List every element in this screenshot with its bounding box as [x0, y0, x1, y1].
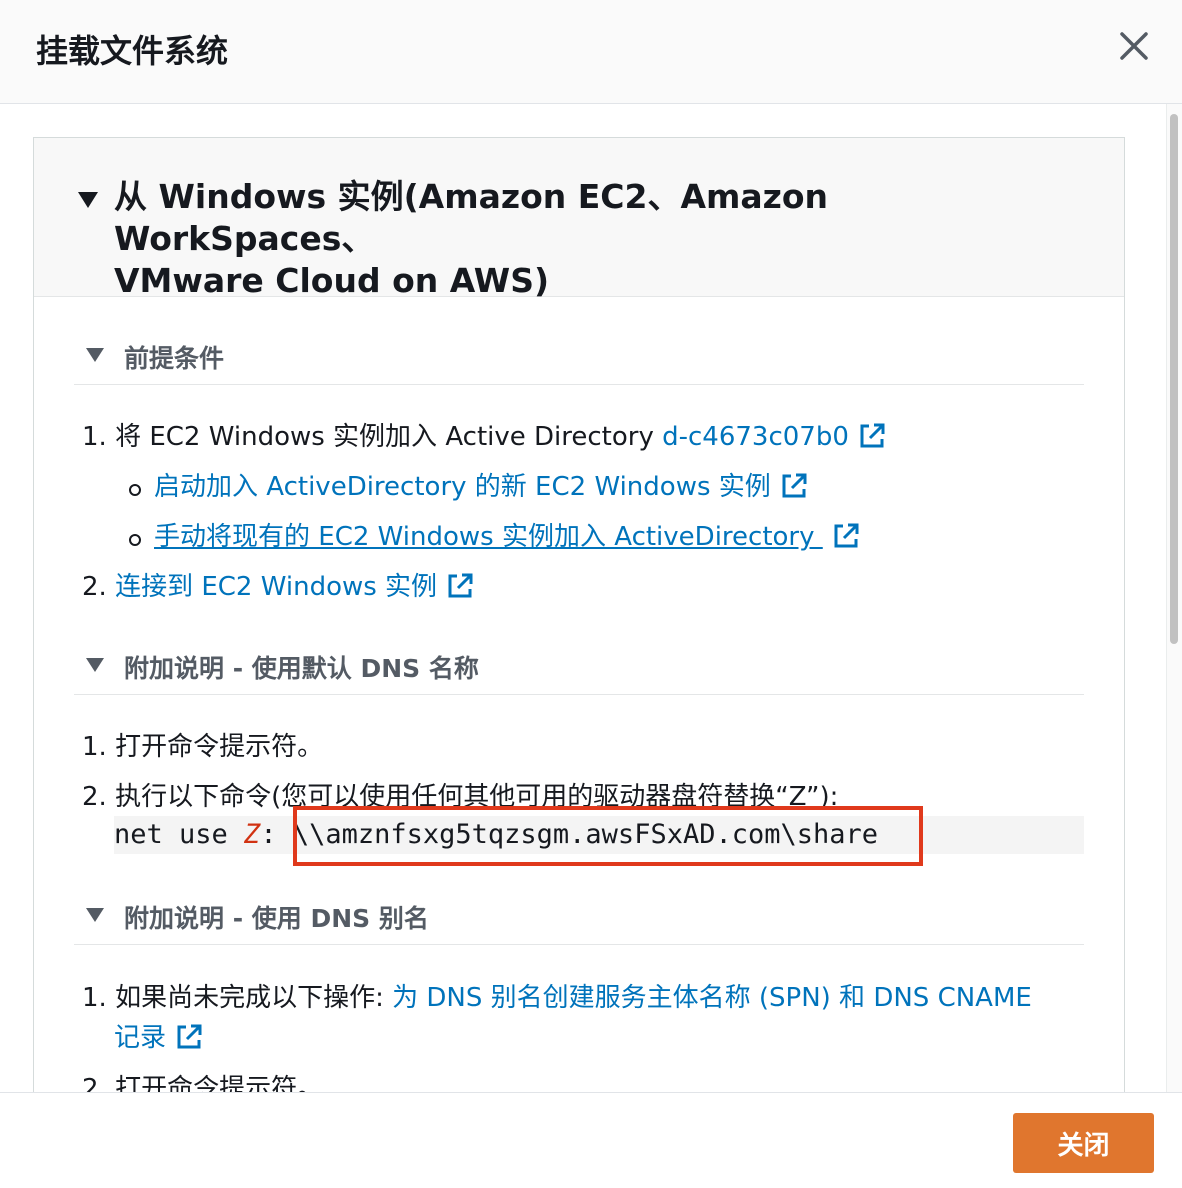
prereq-substep-2: 手动将现有的 EC2 Windows 实例加入 ActiveDirectory — [154, 520, 861, 554]
create-spn-cname-link-cont[interactable]: 记录 — [114, 1023, 166, 1053]
bullet — [129, 484, 141, 496]
external-link-icon[interactable] — [857, 421, 887, 451]
step-number: 2. — [82, 572, 107, 602]
bullet — [129, 534, 141, 546]
section-title: 附加说明 - 使用默认 DNS 名称 — [124, 654, 479, 683]
scrollbar-thumb[interactable] — [1170, 114, 1178, 644]
drive-letter: Z — [244, 819, 261, 850]
section-title: 附加说明 - 使用 DNS 别名 — [124, 904, 429, 933]
create-spn-cname-link[interactable]: 为 DNS 别名创建服务主体名称 (SPN) 和 DNS CNAME — [392, 983, 1032, 1013]
step-text: 将 EC2 Windows 实例加入 Active Directory — [115, 422, 663, 452]
caret-down-icon — [86, 908, 104, 922]
section-header-dns-alias[interactable]: 附加说明 - 使用 DNS 别名 — [74, 894, 1084, 945]
step-number: 2. — [82, 1074, 107, 1092]
caret-down-icon — [78, 192, 98, 208]
command-colon: : — [260, 819, 293, 850]
step-number: 1. — [82, 422, 107, 452]
section-title: 前提条件 — [124, 344, 225, 373]
alias-step-1-cont: 记录 — [114, 1021, 204, 1055]
external-link-icon[interactable] — [831, 521, 861, 551]
dns-step-1: 1. 打开命令提示符。 — [82, 730, 323, 764]
command-prefix: net use — [114, 819, 245, 850]
step-text: 如果尚未完成以下操作: — [115, 983, 393, 1013]
step-number: 2. — [82, 782, 107, 812]
prereq-step-2: 2. 连接到 EC2 Windows 实例 — [82, 570, 475, 604]
alias-step-1: 1. 如果尚未完成以下操作: 为 DNS 别名创建服务主体名称 (SPN) 和 … — [82, 981, 1032, 1015]
step-number: 1. — [82, 983, 107, 1013]
caret-down-icon — [86, 348, 104, 362]
vertical-scrollbar[interactable] — [1166, 104, 1182, 1092]
expandable-panel-windows: 从 Windows 实例(Amazon EC2、Amazon WorkSpace… — [33, 137, 1125, 1092]
external-link-icon[interactable] — [174, 1022, 204, 1052]
step-text: 打开命令提示符。 — [115, 732, 324, 762]
close-icon[interactable] — [1112, 24, 1156, 68]
panel-title: 从 Windows 实例(Amazon EC2、Amazon WorkSpace… — [114, 176, 1074, 302]
external-link-icon[interactable] — [445, 571, 475, 601]
caret-down-icon — [86, 658, 104, 672]
join-existing-instance-link[interactable]: 手动将现有的 EC2 Windows 实例加入 ActiveDirectory — [154, 522, 823, 552]
modal-header: 挂载文件系统 — [0, 0, 1182, 104]
step-number: 1. — [82, 732, 107, 762]
panel-title-line-2: VMware Cloud on AWS) — [114, 261, 550, 300]
modal-body: 从 Windows 实例(Amazon EC2、Amazon WorkSpace… — [0, 104, 1182, 1092]
launch-new-instance-link[interactable]: 启动加入 ActiveDirectory 的新 EC2 Windows 实例 — [154, 472, 771, 502]
connect-instance-link[interactable]: 连接到 EC2 Windows 实例 — [115, 572, 437, 602]
external-link-icon[interactable] — [779, 471, 809, 501]
prereq-substep-1: 启动加入 ActiveDirectory 的新 EC2 Windows 实例 — [154, 470, 809, 504]
panel-title-line-1: 从 Windows 实例(Amazon EC2、Amazon WorkSpace… — [114, 177, 829, 258]
modal-title: 挂载文件系统 — [36, 32, 229, 70]
highlight-box — [293, 806, 923, 866]
section-header-prerequisites[interactable]: 前提条件 — [74, 334, 1084, 385]
prereq-step-1: 1. 将 EC2 Windows 实例加入 Active Directory d… — [82, 420, 887, 454]
step-text: 打开命令提示符。 — [115, 1074, 324, 1092]
directory-id-link[interactable]: d-c4673c07b0 — [662, 422, 849, 452]
section-header-default-dns[interactable]: 附加说明 - 使用默认 DNS 名称 — [74, 644, 1084, 695]
panel-header[interactable]: 从 Windows 实例(Amazon EC2、Amazon WorkSpace… — [34, 138, 1124, 300]
close-button[interactable]: 关闭 — [1013, 1113, 1154, 1173]
modal-footer: 关闭 — [0, 1092, 1182, 1188]
alias-step-2: 2. 打开命令提示符。 — [82, 1072, 323, 1092]
